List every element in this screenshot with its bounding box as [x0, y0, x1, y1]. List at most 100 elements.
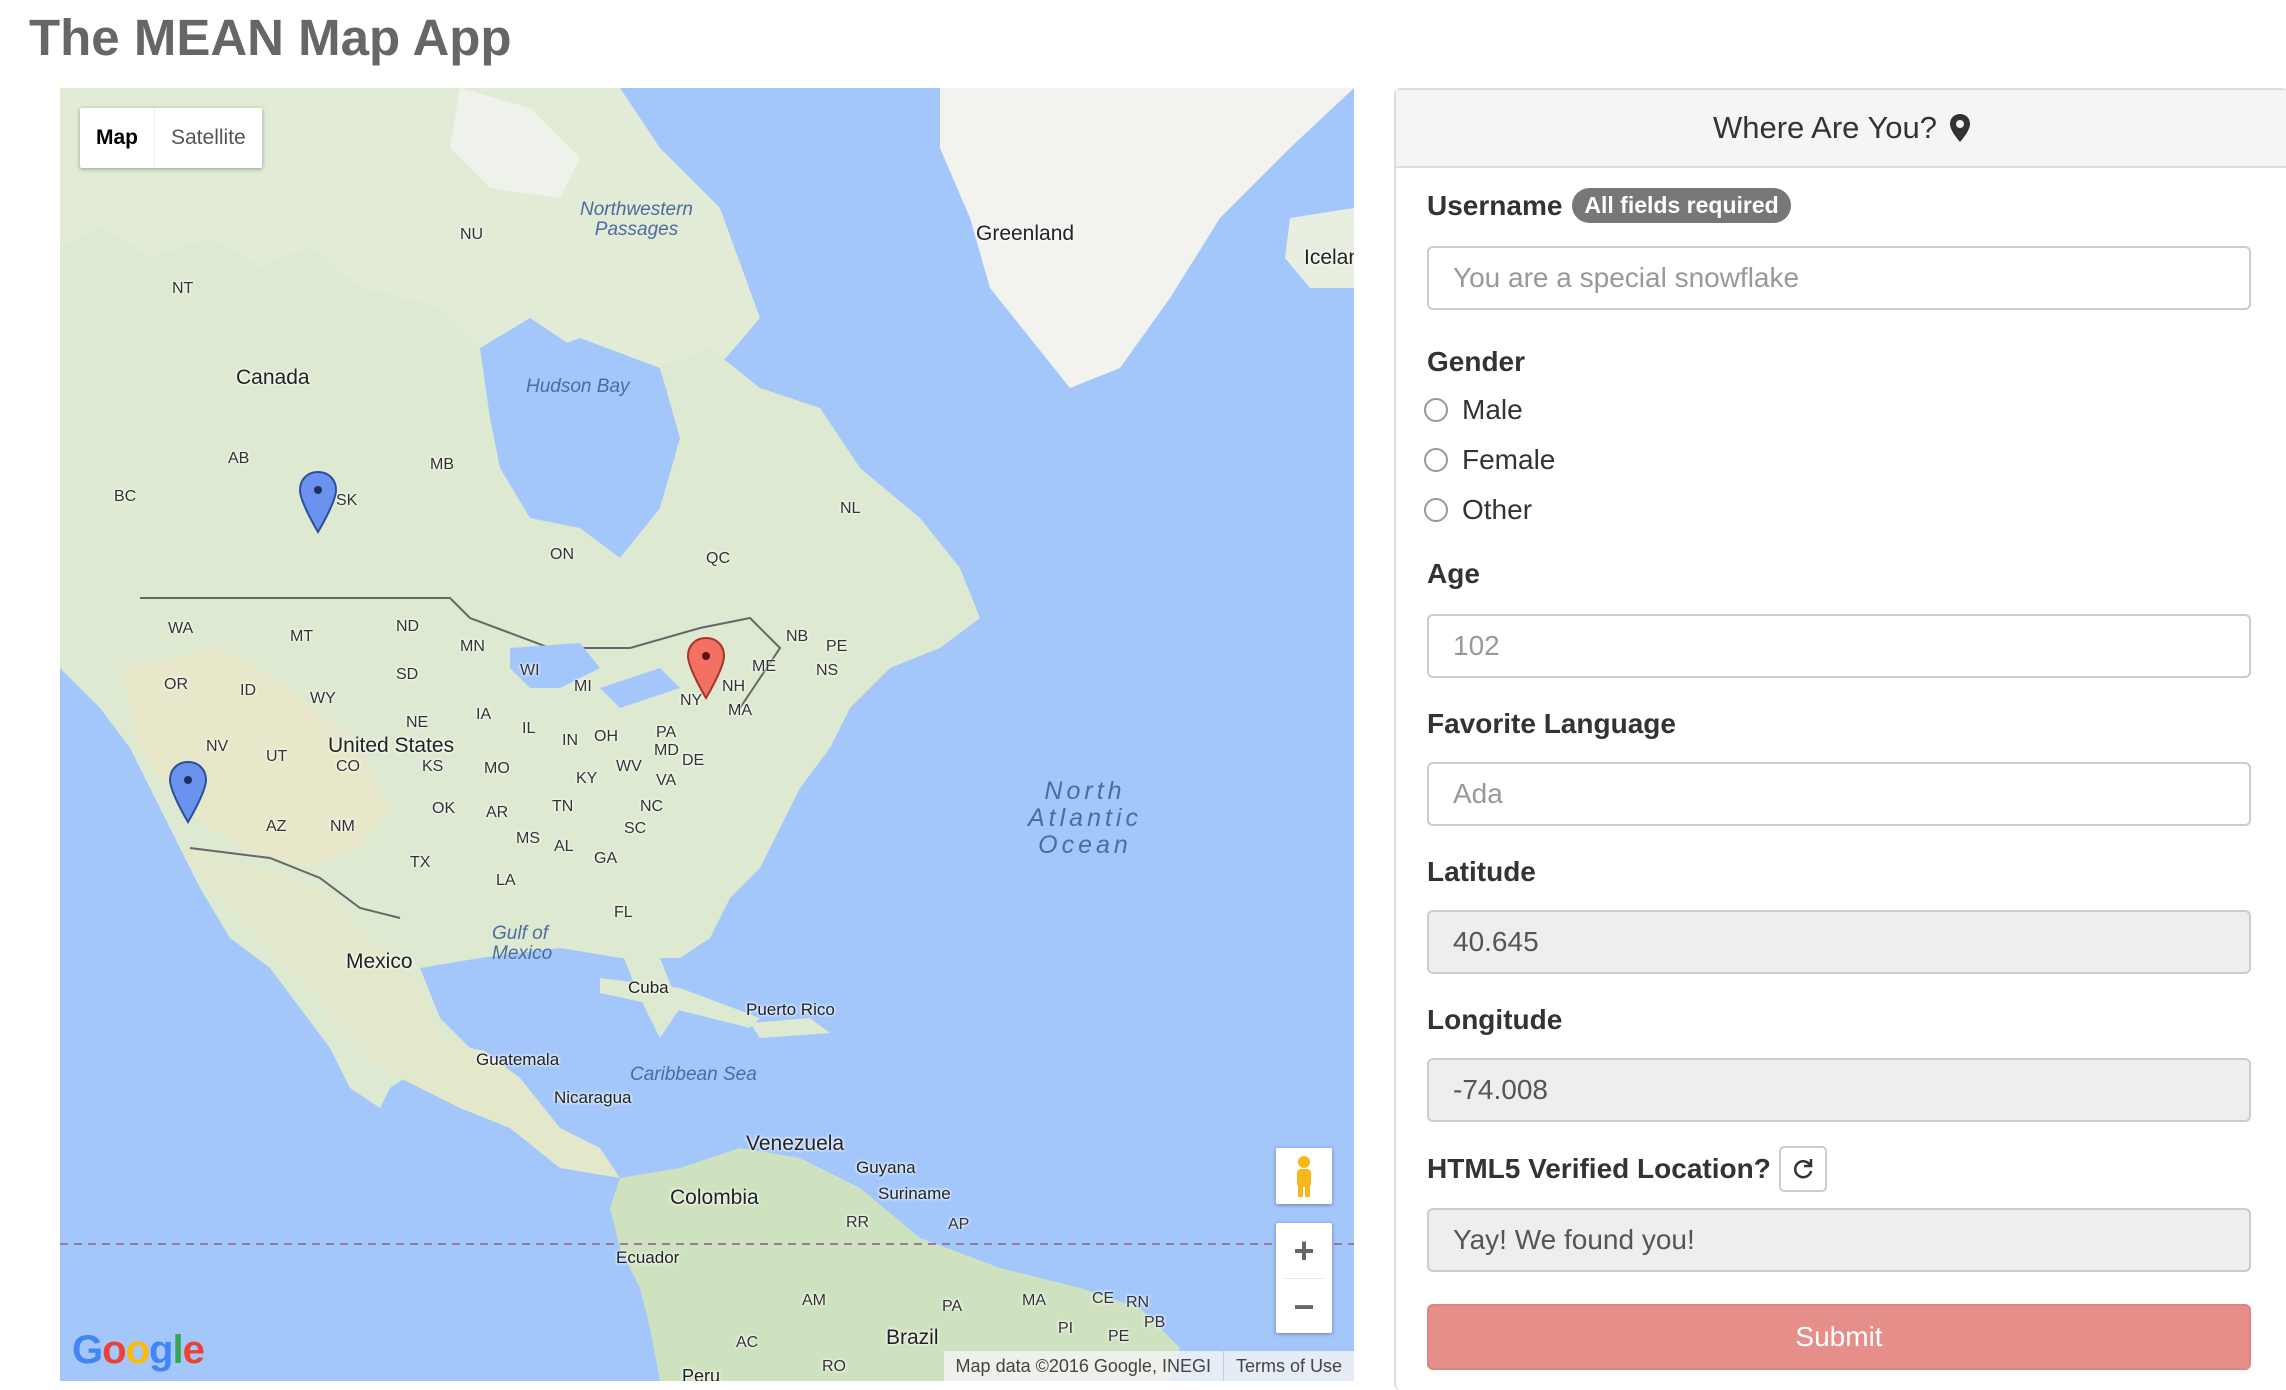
map-label-region: BC: [114, 488, 137, 505]
map-label-country: Mexico: [346, 950, 413, 973]
map-label-region: AB: [228, 450, 250, 467]
google-logo: Google: [72, 1328, 205, 1372]
latitude-label: Latitude: [1427, 856, 1536, 887]
map-marker-red-icon[interactable]: [686, 636, 726, 700]
map-label-region: NU: [460, 226, 484, 243]
map-label-region: PI: [1058, 1320, 1074, 1337]
map-label-region: RR: [846, 1214, 870, 1231]
map-label-country: Guatemala: [476, 1050, 560, 1069]
username-input[interactable]: You are a special snowflake: [1427, 246, 2251, 310]
map-label-water: Caribbean Sea: [630, 1064, 757, 1085]
map-label-region: MD: [654, 742, 679, 759]
map-label-country: Suriname: [878, 1184, 951, 1203]
map-label-country: Nicaragua: [554, 1088, 632, 1107]
gender-option-other[interactable]: Other: [1424, 494, 1532, 526]
map-label-country: Venezuela: [746, 1132, 845, 1155]
radio-button[interactable]: [1424, 498, 1448, 522]
map-label-region: UT: [266, 748, 288, 765]
map-label-region: SD: [396, 666, 419, 683]
map-label-water: Northwestern Passages: [580, 199, 693, 240]
map-label-region: OH: [594, 728, 618, 745]
gender-option-male[interactable]: Male: [1424, 394, 1523, 426]
map-label-region: TN: [552, 798, 574, 815]
map-label-region: AR: [486, 804, 509, 821]
map-label-region: NB: [786, 628, 809, 645]
map-label-region: MA: [1022, 1292, 1046, 1309]
required-badge: All fields required: [1572, 188, 1791, 223]
map-pin-icon: [1950, 114, 1971, 142]
location-form-panel: Where Are You? Username All fields requi…: [1394, 88, 2286, 1390]
map-type-control: Map Satellite: [80, 108, 262, 168]
longitude-field: -74.008: [1427, 1058, 2251, 1122]
map-label-country: Peru: [682, 1366, 721, 1381]
map-label-region: AL: [554, 838, 574, 855]
map-label-country: Colombia: [670, 1186, 759, 1209]
map-label-water: Hudson Bay: [526, 376, 630, 397]
map-label-region: LA: [496, 872, 516, 889]
map-label-region: PB: [1144, 1314, 1166, 1331]
refresh-location-button[interactable]: [1778, 1146, 1827, 1192]
map-label-region: MI: [574, 678, 592, 695]
map-view[interactable]: Northwestern Passages NU NT Greenland Ice…: [60, 88, 1354, 1381]
map-marker-blue-icon[interactable]: [298, 470, 338, 534]
map-label-country: Brazil: [886, 1326, 939, 1349]
map-label-region: MB: [430, 456, 454, 473]
map-label-region: WV: [616, 758, 642, 775]
map-label-region: IA: [476, 706, 492, 723]
map-label-region: ME: [752, 658, 776, 675]
radio-button[interactable]: [1424, 398, 1448, 422]
map-label-region: WI: [520, 662, 540, 679]
map-label-region: NV: [206, 738, 229, 755]
map-marker-blue-icon[interactable]: [168, 760, 208, 824]
age-input[interactable]: 102: [1427, 614, 2251, 678]
map-type-map[interactable]: Map: [80, 108, 154, 168]
map-label-region: DE: [682, 752, 705, 769]
map-label-region: AP: [948, 1216, 970, 1233]
map-label-region: NL: [840, 500, 861, 517]
map-label-region: WA: [168, 620, 194, 637]
map-label-region: ND: [396, 618, 420, 635]
favorite-language-label: Favorite Language: [1427, 708, 1676, 739]
username-label: Username All fields required: [1427, 188, 1791, 223]
panel-heading: Where Are You?: [1396, 90, 2286, 168]
map-label-region: AZ: [266, 818, 287, 835]
age-label: Age: [1427, 558, 1480, 589]
map-label-region: KY: [576, 770, 598, 787]
map-label-region: PA: [942, 1298, 963, 1315]
map-label-region: RO: [822, 1358, 846, 1375]
zoom-in-button[interactable]: +: [1276, 1223, 1332, 1278]
terms-of-use-link[interactable]: Terms of Use: [1222, 1351, 1354, 1381]
refresh-icon: [1793, 1159, 1813, 1179]
map-label-ocean: North Atlantic Ocean: [1028, 777, 1142, 859]
map-label-region: FL: [614, 904, 633, 921]
map-label-region: ON: [550, 546, 574, 563]
latitude-field: 40.645: [1427, 910, 2251, 974]
longitude-label: Longitude: [1427, 1004, 1563, 1035]
map-label-region: ID: [240, 682, 256, 699]
map-label-region: KS: [422, 758, 444, 775]
verified-location-field: Yay! We found you!: [1427, 1208, 2251, 1272]
street-view-pegman-icon[interactable]: [1276, 1148, 1332, 1204]
map-attribution: Map data ©2016 Google, INEGI Terms of Us…: [943, 1351, 1354, 1381]
radio-button[interactable]: [1424, 448, 1448, 472]
map-label-region: RN: [1126, 1294, 1150, 1311]
map-label-country: Cuba: [628, 978, 669, 997]
map-label-country: Canada: [236, 366, 310, 389]
submit-button[interactable]: Submit: [1427, 1304, 2251, 1370]
zoom-control: + −: [1276, 1223, 1332, 1333]
map-type-satellite[interactable]: Satellite: [154, 108, 262, 168]
map-label-region: VA: [656, 772, 677, 789]
map-label-country: Ecuador: [616, 1248, 680, 1267]
gender-option-female[interactable]: Female: [1424, 444, 1555, 476]
map-label-water: Gulf of Mexico: [492, 923, 553, 964]
map-label-region: AM: [802, 1292, 826, 1309]
map-label-region: MA: [728, 702, 752, 719]
favorite-language-input[interactable]: Ada: [1427, 762, 2251, 826]
map-label-region: GA: [594, 850, 618, 867]
map-label-region: IN: [562, 732, 578, 749]
zoom-out-button[interactable]: −: [1276, 1279, 1332, 1334]
map-label-region: MS: [516, 830, 540, 847]
map-label-region: NC: [640, 798, 664, 815]
panel-title: Where Are You?: [1712, 110, 1938, 145]
map-label-region: SK: [336, 492, 358, 509]
